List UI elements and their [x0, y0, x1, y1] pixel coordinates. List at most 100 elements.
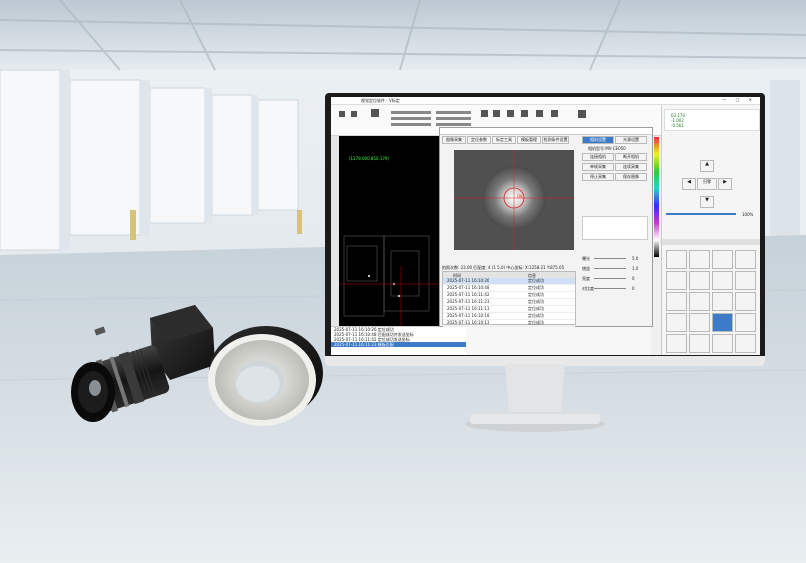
right-control-panel: 63.170 -1.002 -0.561 ▲ ◀ 归零 ▶ ▼ 100%	[661, 105, 760, 355]
table-body: 2025-07-11 16:10:26 定位成功 2025-07-11 16:10:…	[443, 278, 575, 327]
tool-button-icon[interactable]	[666, 292, 687, 311]
table-cell: 定位成功	[528, 313, 544, 318]
tool-button-icon[interactable]	[712, 334, 733, 353]
tool-button-icon[interactable]	[689, 313, 710, 332]
table-cell: 定位成功	[528, 306, 544, 311]
table-cell: 2025-07-11 16:11:23	[447, 299, 490, 304]
exposure-value: 5.0	[632, 256, 639, 261]
slider-label-brightness: 亮度	[582, 276, 590, 281]
jog-up-icon[interactable]: ▲	[700, 160, 714, 172]
camera-settings-panel: 相机设置 光源设置 相机型号:MV-CE050 连接相机 断开相机 单帧采集 连…	[580, 136, 650, 326]
tab-calibration[interactable]: 标定工具	[492, 136, 516, 144]
software-window: 视觉定位软件 - V标定 — ▢ ✕ (1278.000,850.179) 20…	[331, 97, 760, 355]
jog-down-icon[interactable]: ▼	[700, 196, 714, 208]
tab-camera-settings[interactable]: 相机设置	[582, 136, 614, 144]
dialog-titlebar	[440, 128, 652, 135]
gain-value: 1.0	[632, 266, 639, 271]
coordinate-table: 63.170 -1.002 -0.561	[664, 109, 760, 131]
contrast-slider[interactable]	[594, 288, 626, 289]
tab-detection[interactable]: 检测条件设置	[542, 136, 569, 144]
photo-scene: 视觉定位软件 - V标定 — ▢ ✕ (1278.000,850.179) 20…	[0, 0, 806, 563]
camera-model-info: 相机型号:MV-CE050	[588, 146, 626, 151]
tab-light-settings[interactable]: 光源设置	[615, 136, 647, 144]
jog-left-icon[interactable]: ◀	[682, 178, 696, 190]
table-row[interactable]: 2025-07-11 16:11:23 定位成功	[443, 299, 575, 306]
table-cell: 2025-07-11 16:10:18	[447, 313, 490, 318]
layer-color-strip[interactable]	[654, 137, 659, 257]
jog-right-icon[interactable]: ▶	[718, 178, 732, 190]
tool-button-icon[interactable]	[689, 271, 710, 290]
slider-label-contrast: 对比度	[582, 286, 594, 291]
tool-button-icon[interactable]	[689, 250, 710, 269]
match-ok-label: OK	[517, 194, 523, 199]
settings-fields[interactable]	[582, 216, 648, 240]
tool-button-icon[interactable]	[666, 271, 687, 290]
save-image-button[interactable]: 保存图像	[615, 173, 647, 181]
result-table: 时间 信息 2025-07-11 16:10:26 定位成功 2025-07-11 …	[442, 271, 576, 327]
tool-button-icon[interactable]	[735, 292, 756, 311]
tool-button-icon[interactable]	[689, 334, 710, 353]
tool-button-icon[interactable]	[666, 250, 687, 269]
tool-button-icon[interactable]	[689, 292, 710, 311]
slider-group: 曝光 5.0 增益 1.0 亮度 0 对比度 0	[582, 256, 648, 301]
table-cell: 2025-07-11 16:10:13	[447, 320, 490, 325]
tool-button-icon[interactable]	[712, 250, 733, 269]
table-row[interactable]: 2025-07-11 16:10:18 定位成功	[443, 313, 575, 320]
tool-button-icon[interactable]	[735, 271, 756, 290]
exposure-slider[interactable]	[594, 258, 626, 259]
table-row[interactable]: 2025-07-11 16:10:48 定位成功	[443, 285, 575, 292]
camera-preview: OK	[454, 150, 574, 250]
cad-canvas[interactable]: (1278.000,850.179)	[339, 136, 439, 326]
tab-image-capture[interactable]: 图像采集	[442, 136, 466, 144]
table-cell: 2025-07-11 16:10:26	[447, 278, 490, 283]
capture-status: 拍照次数: 23.00 匹配度: 4 (1 5.0) 中心坐标: X:1258.…	[442, 265, 565, 270]
connect-camera-button[interactable]: 连接相机	[582, 153, 614, 161]
jog-home-button[interactable]: 归零	[697, 178, 717, 190]
slider-label-exposure: 曝光	[582, 256, 590, 261]
jog-pad: ▲ ◀ 归零 ▶ ▼	[682, 160, 732, 208]
tab-template[interactable]: 模板管理	[517, 136, 541, 144]
panel-tabbar	[662, 239, 760, 245]
tab-location-params[interactable]: 定位参数	[467, 136, 491, 144]
tool-button-icon[interactable]	[712, 313, 733, 332]
camera-dialog: 图像采集 定位参数 标定工具 模板管理 检测条件设置 OK 相机设置 光源设置 …	[439, 127, 653, 327]
tool-button-icon[interactable]	[735, 250, 756, 269]
tool-button-icon[interactable]	[712, 271, 733, 290]
stop-capture-button[interactable]: 停止采集	[582, 173, 614, 181]
table-row[interactable]: 2025-07-11 16:10:26 定位成功	[443, 278, 575, 285]
table-cell: 定位成功	[528, 278, 544, 283]
tool-button-icon[interactable]	[735, 334, 756, 353]
monitor-stand	[465, 364, 605, 432]
table-cell: 定位成功	[528, 292, 544, 297]
tool-button-icon[interactable]	[666, 313, 687, 332]
table-cell: 2025-07-11 16:11:13	[447, 306, 490, 311]
left-tool-strip	[331, 136, 339, 326]
brightness-slider[interactable]	[594, 278, 626, 279]
speed-value: 100%	[742, 212, 754, 217]
table-row[interactable]: 2025-07-11 16:11:13 定位成功	[443, 306, 575, 313]
single-capture-button[interactable]: 单帧采集	[582, 163, 614, 171]
dialog-tab-bar: 图像采集 定位参数 标定工具 模板管理 检测条件设置	[442, 136, 569, 144]
table-cell: 定位成功	[528, 320, 544, 325]
tool-button-icon[interactable]	[735, 313, 756, 332]
log-line-selected: 2025-07-11 16:11:23 模板匹配	[331, 342, 466, 347]
coord-z: -0.561	[671, 123, 684, 128]
tool-button-icon[interactable]	[666, 334, 687, 353]
table-cell: 定位成功	[528, 299, 544, 304]
table-cell: 2025-07-11 16:11:42	[447, 292, 490, 297]
table-row[interactable]: 2025-07-11 16:10:13 定位成功	[443, 320, 575, 327]
table-cell: 定位成功	[528, 285, 544, 290]
bottom-status-panel	[466, 326, 651, 355]
speed-slider[interactable]	[666, 213, 736, 215]
bottom-log-panel: 2025-07-11 16:10:26 定位成功 2025-07-11 16:1…	[331, 326, 466, 355]
tool-button-icon[interactable]	[712, 292, 733, 311]
disconnect-camera-button[interactable]: 断开相机	[615, 153, 647, 161]
window-title: 视觉定位软件 - V标定	[361, 98, 400, 103]
window-controls-icon[interactable]: — ▢ ✕	[722, 97, 756, 102]
table-row[interactable]: 2025-07-11 16:11:42 定位成功	[443, 292, 575, 299]
title-bar: 视觉定位软件 - V标定 — ▢ ✕	[331, 97, 760, 105]
gain-slider[interactable]	[594, 268, 626, 269]
ring-light	[208, 326, 323, 426]
contrast-value: 0	[632, 286, 635, 291]
continuous-capture-button[interactable]: 连续采集	[615, 163, 647, 171]
